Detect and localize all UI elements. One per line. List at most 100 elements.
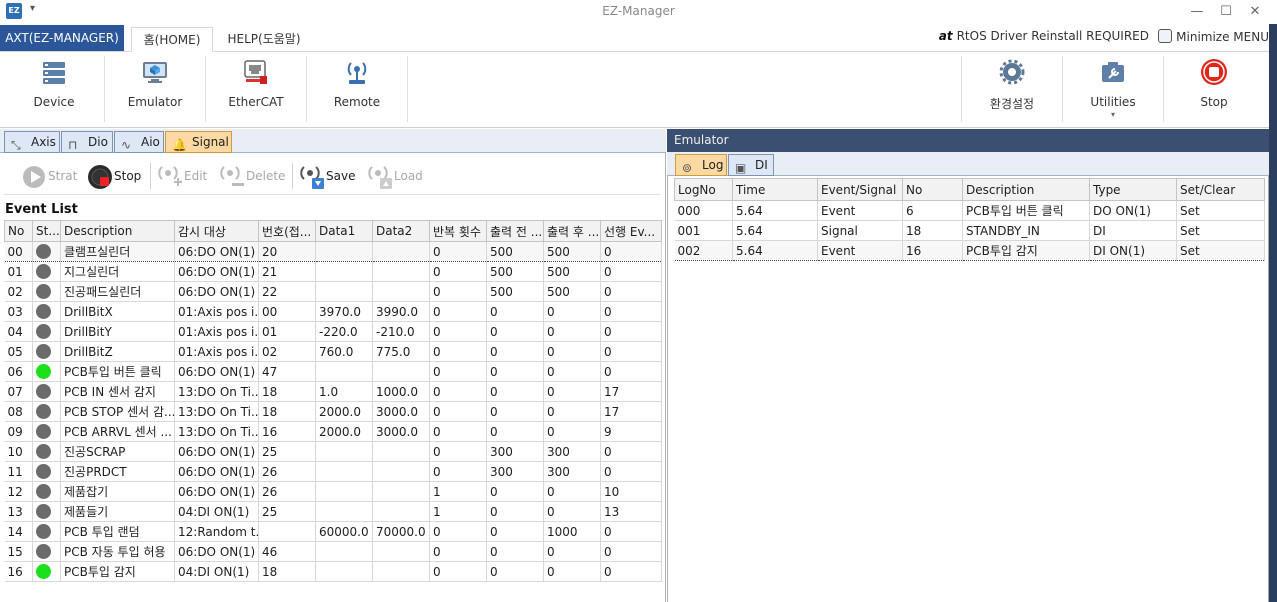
tab-help[interactable]: HELP(도움말) xyxy=(222,27,306,52)
minimize-menu-toggle[interactable]: Minimize MENU xyxy=(1158,29,1269,44)
event-column-header[interactable]: No xyxy=(4,220,33,242)
event-row[interactable]: 02 진공패드실린더 06:DO ON(1) 22 0 500 500 0 xyxy=(4,281,662,302)
event-cell-num: 25 xyxy=(258,441,316,462)
tab-di[interactable]: ▣ DI xyxy=(728,154,774,176)
stop-icon xyxy=(1201,59,1227,85)
event-cell-num: 18 xyxy=(258,401,316,422)
event-row[interactable]: 14 PCB 투입 랜덤 12:Random t... 60000.0 70000.0 0… xyxy=(4,521,662,542)
event-row[interactable]: 04 DrillBitY 01:Axis pos i... 01 -220.0 -210.… xyxy=(4,321,662,342)
event-row[interactable]: 06 PCB투입 버튼 클릭 06:DO ON(1) 47 0 0 0 0 xyxy=(4,361,662,382)
log-row[interactable]: 001 5.64 Signal 18 STANDBY_IN DI Set xyxy=(674,220,1265,241)
event-row[interactable]: 09 PCB ARRVL 센서 ... 13:DO On Ti... 16 2000.0… xyxy=(4,421,662,442)
rtos-status[interactable]: at RtOS Driver Reinstall REQUIRED xyxy=(939,29,1149,43)
event-column-header[interactable]: 번호(접... xyxy=(258,220,316,242)
event-column-header[interactable]: Data1 xyxy=(315,220,373,242)
tab-signal[interactable]: 🔔 Signal xyxy=(165,131,232,153)
event-cell-target: 06:DO ON(1) xyxy=(174,541,259,562)
event-cell-pre: 500 xyxy=(486,281,544,302)
device-button[interactable]: Device xyxy=(4,52,104,128)
event-cell-desc: 진공패드실린더 xyxy=(60,281,175,302)
event-row[interactable]: 07 PCB IN 센서 감지 13:DO On Ti... 18 1.0 1000.0 0… xyxy=(4,381,662,402)
event-cell-desc: 진공SCRAP xyxy=(60,441,175,462)
event-row[interactable]: 01 지그실린더 06:DO ON(1) 21 0 500 500 0 xyxy=(4,261,662,282)
tab-home[interactable]: 홈(HOME) xyxy=(131,27,213,52)
event-row[interactable]: 15 PCB 자동 투입 허용 06:DO ON(1) 46 0 0 0 0 xyxy=(4,541,662,562)
log-column-header[interactable]: Set/Clear xyxy=(1176,178,1265,201)
emulator-button[interactable]: Emulator xyxy=(105,52,205,128)
tab-axis[interactable]: ⤡ Axis xyxy=(4,131,60,153)
event-row[interactable]: 00 클램프실린더 06:DO ON(1) 20 0 500 500 0 xyxy=(4,241,662,262)
event-cell-target: 01:Axis pos i... xyxy=(174,321,259,342)
log-row[interactable]: 000 5.64 Event 6 PCB투입 버튼 클릭 DO ON(1) Set xyxy=(674,200,1265,221)
event-cell-d2 xyxy=(372,361,430,382)
log-column-header[interactable]: Description xyxy=(962,178,1090,201)
event-column-header[interactable]: 출력 후 ... xyxy=(543,220,601,242)
event-row[interactable]: 16 PCB투입 감지 04:DI ON(1) 18 0 0 0 0 xyxy=(4,561,662,582)
event-column-header[interactable]: 출력 전 ... xyxy=(486,220,544,242)
log-column-header[interactable]: Time xyxy=(732,178,818,201)
event-row[interactable]: 10 진공SCRAP 06:DO ON(1) 25 0 300 300 0 xyxy=(4,441,662,462)
event-column-header[interactable]: 감시 대상 xyxy=(174,220,259,242)
remote-button[interactable]: Remote xyxy=(307,52,407,128)
minimize-menu-checkbox[interactable] xyxy=(1158,29,1173,43)
log-column-header[interactable]: No xyxy=(902,178,963,201)
event-cell-num: 16 xyxy=(258,421,316,442)
event-row[interactable]: 05 DrillBitZ 01:Axis pos i... 02 760.0 775.0 0… xyxy=(4,341,662,362)
settings-button[interactable]: 환경설정 xyxy=(962,52,1062,128)
event-cell-d1 xyxy=(315,361,373,382)
event-row[interactable]: 08 PCB STOP 센서 감... 13:DO On Ti... 18 2000.0… xyxy=(4,401,662,422)
edit-button[interactable]: Edit xyxy=(156,161,207,191)
status-cell xyxy=(32,481,61,502)
log-column-header[interactable]: Event/Signal xyxy=(817,178,903,201)
stop-ribbon-button[interactable]: Stop xyxy=(1164,52,1264,128)
event-cell-no: 02 xyxy=(4,281,33,302)
tab-log[interactable]: ⊚ Log xyxy=(675,154,727,176)
axis-icon: ⤡ xyxy=(11,138,21,152)
minimize-window-icon[interactable]: — xyxy=(1183,2,1211,22)
wrench-icon xyxy=(1102,62,1124,82)
log-row[interactable]: 002 5.64 Event 16 PCB투입 감지 DI ON(1) Set xyxy=(674,240,1265,261)
event-column-header[interactable]: 반복 횟수 xyxy=(429,220,487,242)
maximize-window-icon[interactable]: ☐ xyxy=(1212,2,1240,22)
tab-dio[interactable]: ⊓ Dio xyxy=(61,131,113,153)
event-column-header[interactable]: Description xyxy=(60,220,175,242)
strat-button[interactable]: Strat xyxy=(20,161,77,191)
status-cell xyxy=(32,421,61,442)
event-column-header[interactable]: St... xyxy=(32,220,61,242)
emulator-panel-header: Emulator xyxy=(667,129,1269,152)
load-button[interactable]: Load xyxy=(366,161,423,191)
event-cell-num: 25 xyxy=(258,501,316,522)
event-cell-rep: 0 xyxy=(429,321,487,342)
close-window-icon[interactable]: ✕ xyxy=(1241,2,1269,22)
status-indicator-icon xyxy=(36,424,51,439)
log-cell-no: 6 xyxy=(902,200,963,221)
event-cell-prev: 0 xyxy=(600,281,662,302)
event-cell-rep: 1 xyxy=(429,501,487,522)
event-cell-desc: 제품들기 xyxy=(60,501,175,522)
event-cell-pre: 300 xyxy=(486,441,544,462)
app-menu-button[interactable]: AXT(EZ-MANAGER) xyxy=(0,25,124,51)
rtos-status-text: RtOS Driver Reinstall REQUIRED xyxy=(956,29,1149,43)
stop-toolbar-button[interactable]: Stop xyxy=(86,161,141,191)
log-column-header[interactable]: Type xyxy=(1089,178,1177,201)
log-signal-icon: ⊚ xyxy=(682,161,693,175)
event-column-header[interactable]: Data2 xyxy=(372,220,430,242)
event-cell-pre: 0 xyxy=(486,361,544,382)
utilities-dropdown-icon[interactable]: ▾ xyxy=(1063,110,1163,119)
delete-button[interactable]: Delete xyxy=(218,161,285,191)
tab-aio[interactable]: ∿ Aio xyxy=(114,131,164,153)
event-row[interactable]: 12 제품잡기 06:DO ON(1) 26 1 0 0 10 xyxy=(4,481,662,502)
log-column-header[interactable]: LogNo xyxy=(674,178,733,201)
event-cell-post: 300 xyxy=(543,441,601,462)
event-cell-prev: 9 xyxy=(600,421,662,442)
event-row[interactable]: 11 진공PRDCT 06:DO ON(1) 26 0 300 300 0 xyxy=(4,461,662,482)
event-cell-prev: 0 xyxy=(600,541,662,562)
event-row[interactable]: 13 제품들기 04:DI ON(1) 25 1 0 0 13 xyxy=(4,501,662,522)
event-row[interactable]: 03 DrillBitX 01:Axis pos i... 00 3970.0 3990.… xyxy=(4,301,662,322)
utilities-button[interactable]: Utilities ▾ xyxy=(1063,52,1163,128)
event-column-header[interactable]: 선행 Ev... xyxy=(600,220,662,242)
ethercat-button[interactable]: EtherCAT xyxy=(206,52,306,128)
event-cell-target: 01:Axis pos i... xyxy=(174,301,259,322)
save-button[interactable]: Save xyxy=(298,161,355,191)
event-cell-num: 21 xyxy=(258,261,316,282)
